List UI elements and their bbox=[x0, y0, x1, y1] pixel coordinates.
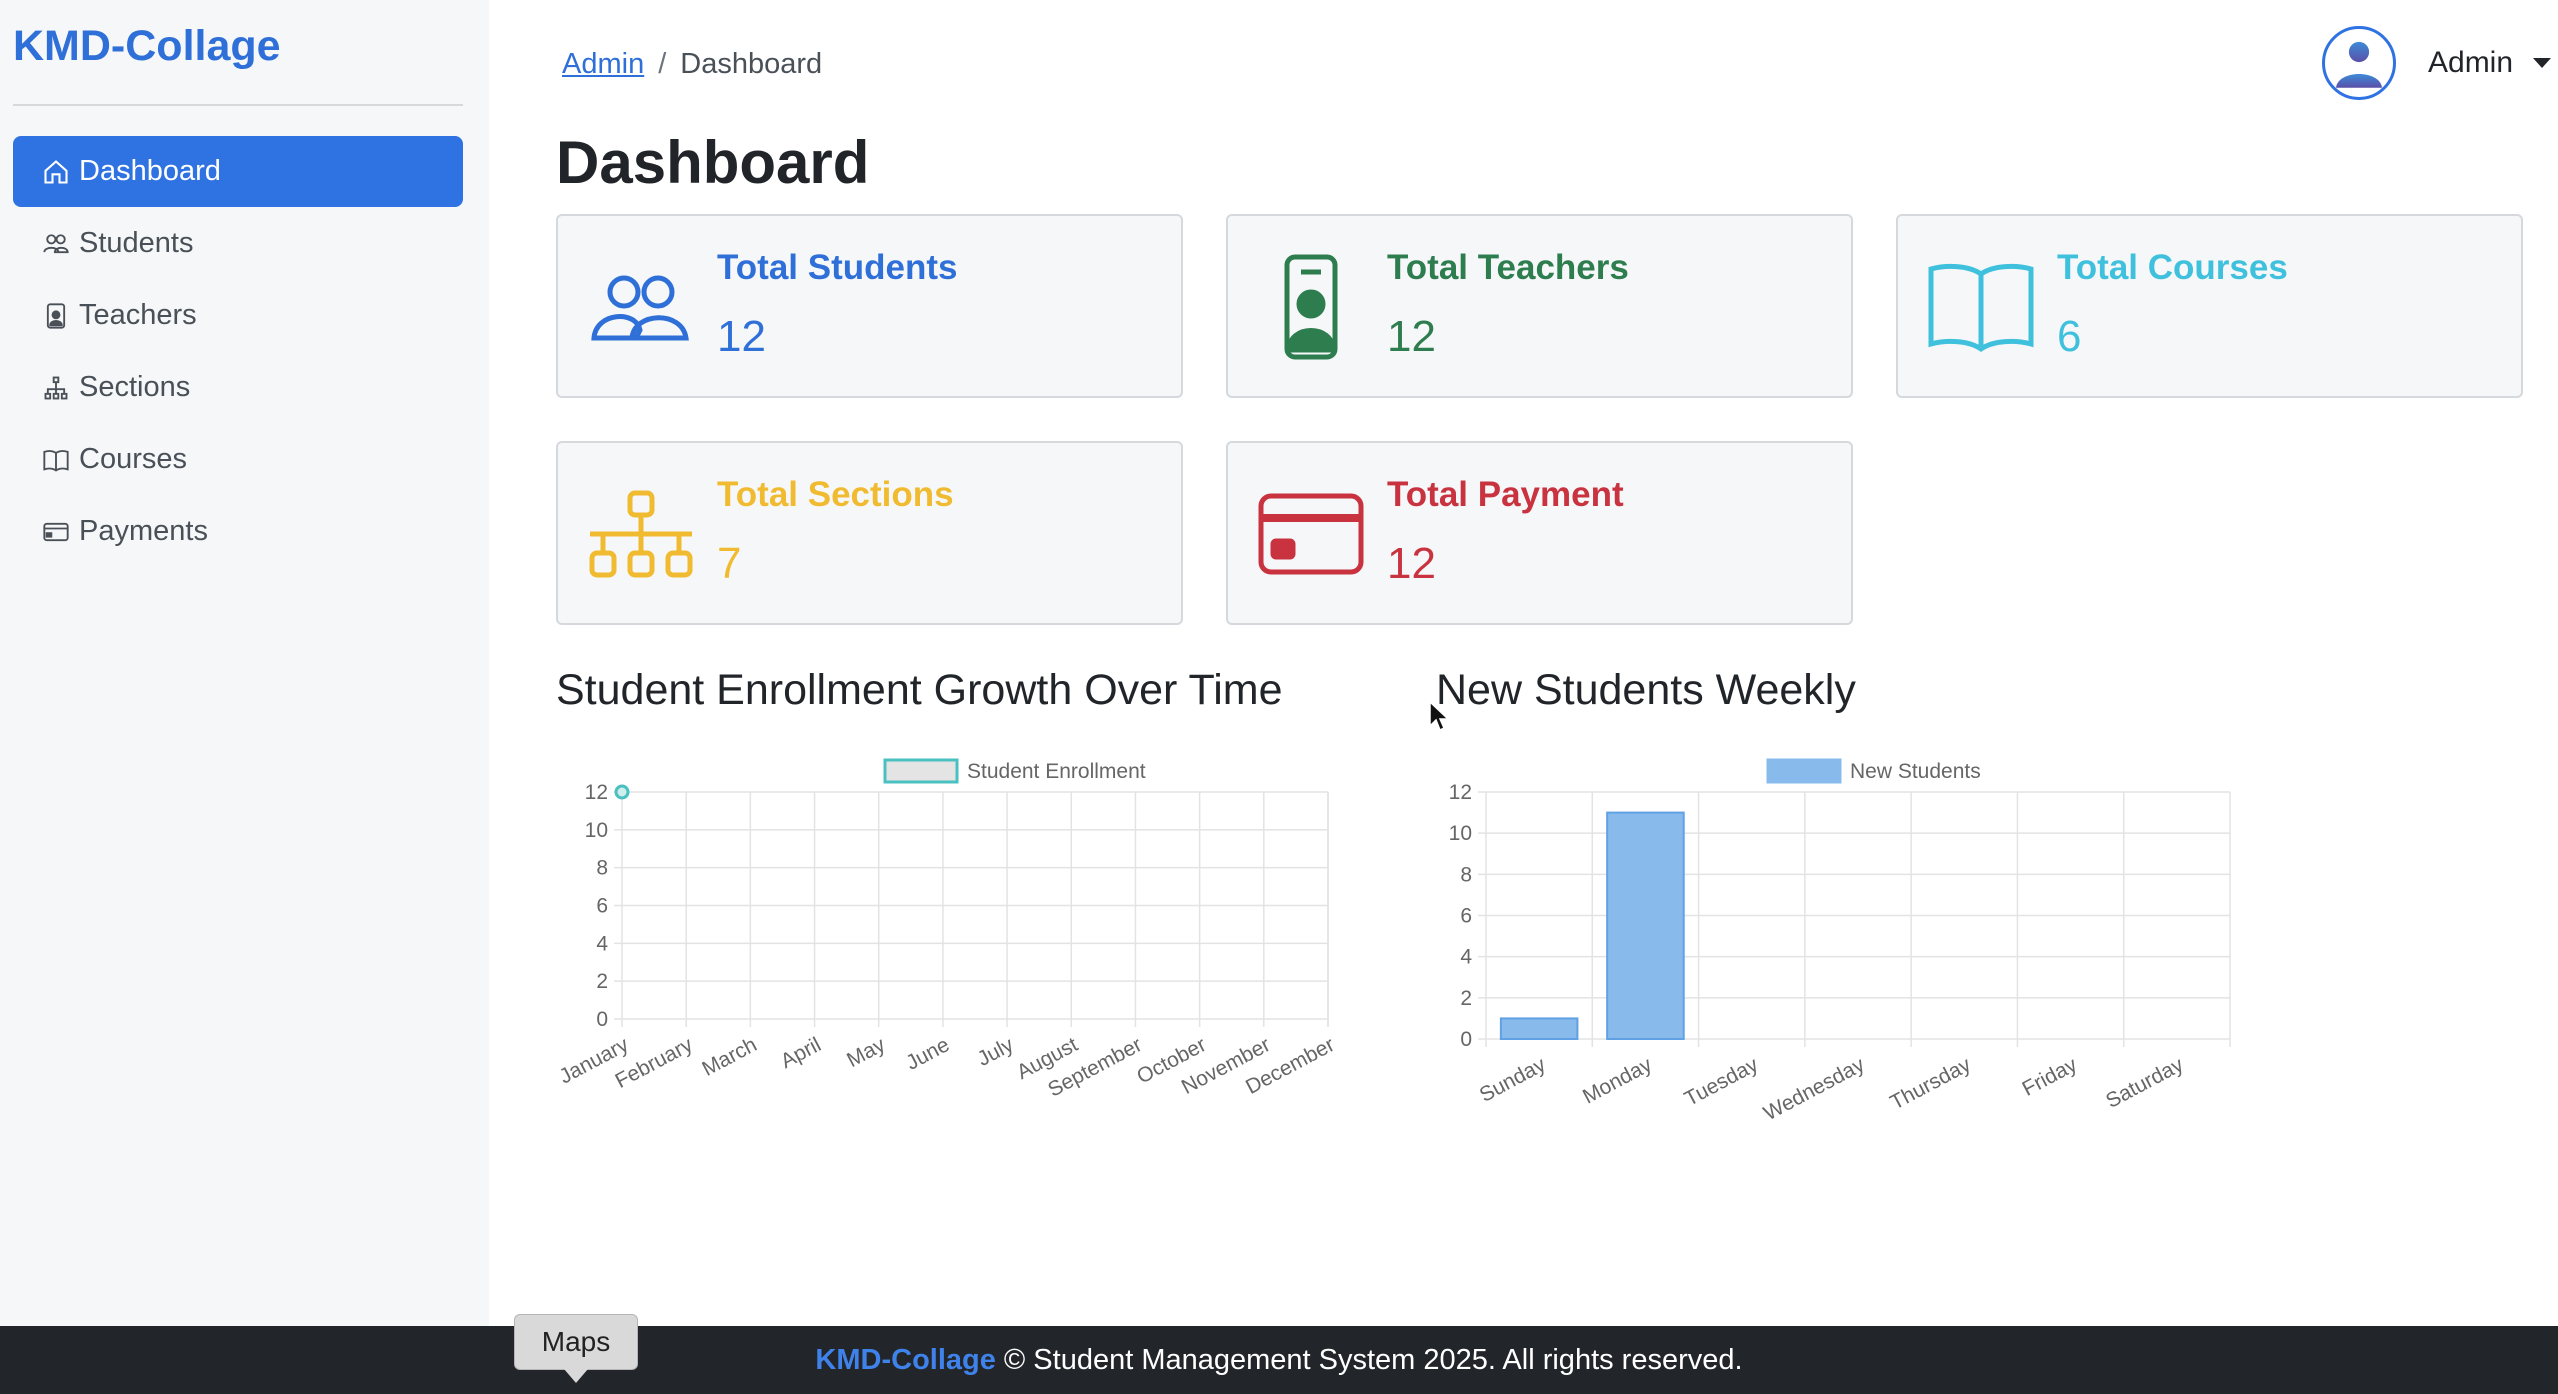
card-total-students[interactable]: Total Students 12 bbox=[556, 214, 1183, 398]
enrollment-line-chart: Student Enrollment024681012JanuaryFebrua… bbox=[556, 758, 1338, 1102]
x-tick-label: Thursday bbox=[1887, 1053, 1976, 1115]
sidebar-item-dashboard[interactable]: Dashboard bbox=[13, 136, 463, 207]
card-value: 12 bbox=[717, 312, 766, 361]
user-name: Admin bbox=[2428, 46, 2514, 79]
y-tick-label: 2 bbox=[596, 970, 608, 993]
sidebar-item-sections[interactable]: Sections bbox=[13, 352, 463, 423]
card-value: 12 bbox=[1387, 312, 1436, 361]
y-tick-label: 10 bbox=[585, 819, 608, 842]
legend-label: New Students bbox=[1850, 760, 1981, 783]
brand-logo[interactable]: KMD-Collage bbox=[13, 22, 281, 71]
breadcrumb-separator: / bbox=[658, 48, 667, 80]
y-tick-label: 6 bbox=[1460, 905, 1472, 928]
y-tick-label: 12 bbox=[585, 781, 608, 804]
y-tick-label: 0 bbox=[596, 1008, 608, 1031]
chevron-down-icon[interactable] bbox=[2533, 58, 2552, 68]
footer: KMD-Collage © Student Management System … bbox=[0, 1326, 2558, 1394]
card-total-courses[interactable]: Total Courses 6 bbox=[1896, 214, 2523, 398]
legend-swatch bbox=[1766, 758, 1842, 784]
card-title: Total Courses bbox=[2057, 248, 2288, 287]
x-tick-label: Saturday bbox=[2102, 1053, 2187, 1113]
x-tick-label: June bbox=[902, 1033, 953, 1075]
sidebar-item-label: Students bbox=[79, 227, 194, 259]
card-total-payment[interactable]: Total Payment 12 bbox=[1226, 441, 1853, 625]
y-tick-label: 6 bbox=[596, 895, 608, 918]
sidebar-divider bbox=[13, 104, 463, 106]
people-icon bbox=[586, 252, 696, 362]
people-icon bbox=[41, 229, 71, 259]
diagram-icon bbox=[41, 373, 71, 403]
x-tick-label: Wednesday bbox=[1760, 1053, 1869, 1125]
card-total-sections[interactable]: Total Sections 7 bbox=[556, 441, 1183, 625]
y-tick-label: 10 bbox=[1449, 822, 1472, 845]
x-tick-label: Sunday bbox=[1476, 1053, 1550, 1107]
sidebar-item-payments[interactable]: Payments bbox=[13, 496, 463, 567]
diagram-icon bbox=[586, 479, 696, 589]
sidebar-nav: Dashboard Students Teachers Sections Cou… bbox=[13, 136, 463, 568]
user-avatar-icon bbox=[2336, 41, 2382, 88]
legend-label: Student Enrollment bbox=[967, 760, 1146, 783]
y-tick-label: 4 bbox=[1460, 946, 1472, 969]
footer-text: © Student Management System 2025. All ri… bbox=[1003, 1343, 1743, 1376]
y-tick-label: 8 bbox=[1460, 863, 1472, 886]
user-menu[interactable]: Admin bbox=[2322, 26, 2552, 100]
card-value: 6 bbox=[2057, 312, 2082, 361]
card-value: 7 bbox=[717, 539, 742, 588]
y-tick-label: 8 bbox=[596, 857, 608, 880]
weekly-chart-title: New Students Weekly bbox=[1436, 666, 1856, 714]
card-title: Total Payment bbox=[1387, 475, 1624, 514]
y-tick-label: 4 bbox=[596, 932, 608, 955]
sidebar: KMD-Collage Dashboard Students Teachers … bbox=[0, 0, 489, 1326]
avatar[interactable] bbox=[2322, 26, 2396, 100]
x-tick-label: Friday bbox=[2019, 1053, 2082, 1101]
x-tick-label: April bbox=[777, 1033, 825, 1073]
book-icon bbox=[41, 445, 71, 475]
mouse-cursor-icon bbox=[1429, 700, 1450, 732]
sidebar-item-label: Dashboard bbox=[79, 155, 221, 187]
x-tick-label: Tuesday bbox=[1681, 1053, 1763, 1111]
page-title: Dashboard bbox=[556, 129, 870, 196]
sidebar-item-label: Payments bbox=[79, 515, 208, 547]
sidebar-item-label: Courses bbox=[79, 443, 187, 475]
x-tick-label: Monday bbox=[1579, 1053, 1656, 1109]
x-tick-label: May bbox=[843, 1033, 889, 1072]
card-total-teachers[interactable]: Total Teachers 12 bbox=[1226, 214, 1853, 398]
breadcrumb: Admin / Dashboard bbox=[562, 48, 822, 81]
footer-brand[interactable]: KMD-Collage bbox=[815, 1344, 995, 1377]
weekly-bar-chart: New Students 0 2 4 6 8 10 12 Sunday Monday Tuesday… bbox=[1449, 758, 2231, 1125]
x-tick-label: March bbox=[698, 1033, 760, 1081]
data-point bbox=[614, 784, 630, 800]
sidebar-item-courses[interactable]: Courses bbox=[13, 424, 463, 495]
card-title: Total Students bbox=[717, 248, 958, 287]
credit-card-icon bbox=[41, 517, 71, 547]
enrollment-chart-title: Student Enrollment Growth Over Time bbox=[556, 666, 1283, 714]
bar bbox=[1499, 1017, 1579, 1040]
book-icon bbox=[1926, 252, 2036, 362]
sidebar-item-label: Teachers bbox=[79, 299, 197, 331]
sidebar-item-students[interactable]: Students bbox=[13, 208, 463, 279]
badge-icon bbox=[41, 301, 71, 331]
card-title: Total Teachers bbox=[1387, 248, 1629, 287]
maps-tooltip: Maps bbox=[514, 1314, 638, 1383]
y-tick-label: 12 bbox=[1449, 781, 1472, 804]
y-tick-label: 0 bbox=[1460, 1028, 1472, 1051]
sidebar-item-label: Sections bbox=[79, 371, 191, 403]
bar bbox=[1606, 811, 1685, 1041]
legend-swatch bbox=[883, 758, 959, 784]
home-icon bbox=[41, 157, 71, 187]
card-value: 12 bbox=[1387, 539, 1436, 588]
sidebar-item-teachers[interactable]: Teachers bbox=[13, 280, 463, 351]
card-title: Total Sections bbox=[717, 475, 954, 514]
badge-icon bbox=[1256, 252, 1366, 362]
breadcrumb-current: Dashboard bbox=[680, 48, 823, 80]
y-tick-label: 2 bbox=[1460, 987, 1472, 1010]
x-tick-label: July bbox=[974, 1033, 1018, 1071]
credit-card-icon bbox=[1256, 479, 1366, 589]
breadcrumb-admin-link[interactable]: Admin bbox=[562, 48, 644, 81]
